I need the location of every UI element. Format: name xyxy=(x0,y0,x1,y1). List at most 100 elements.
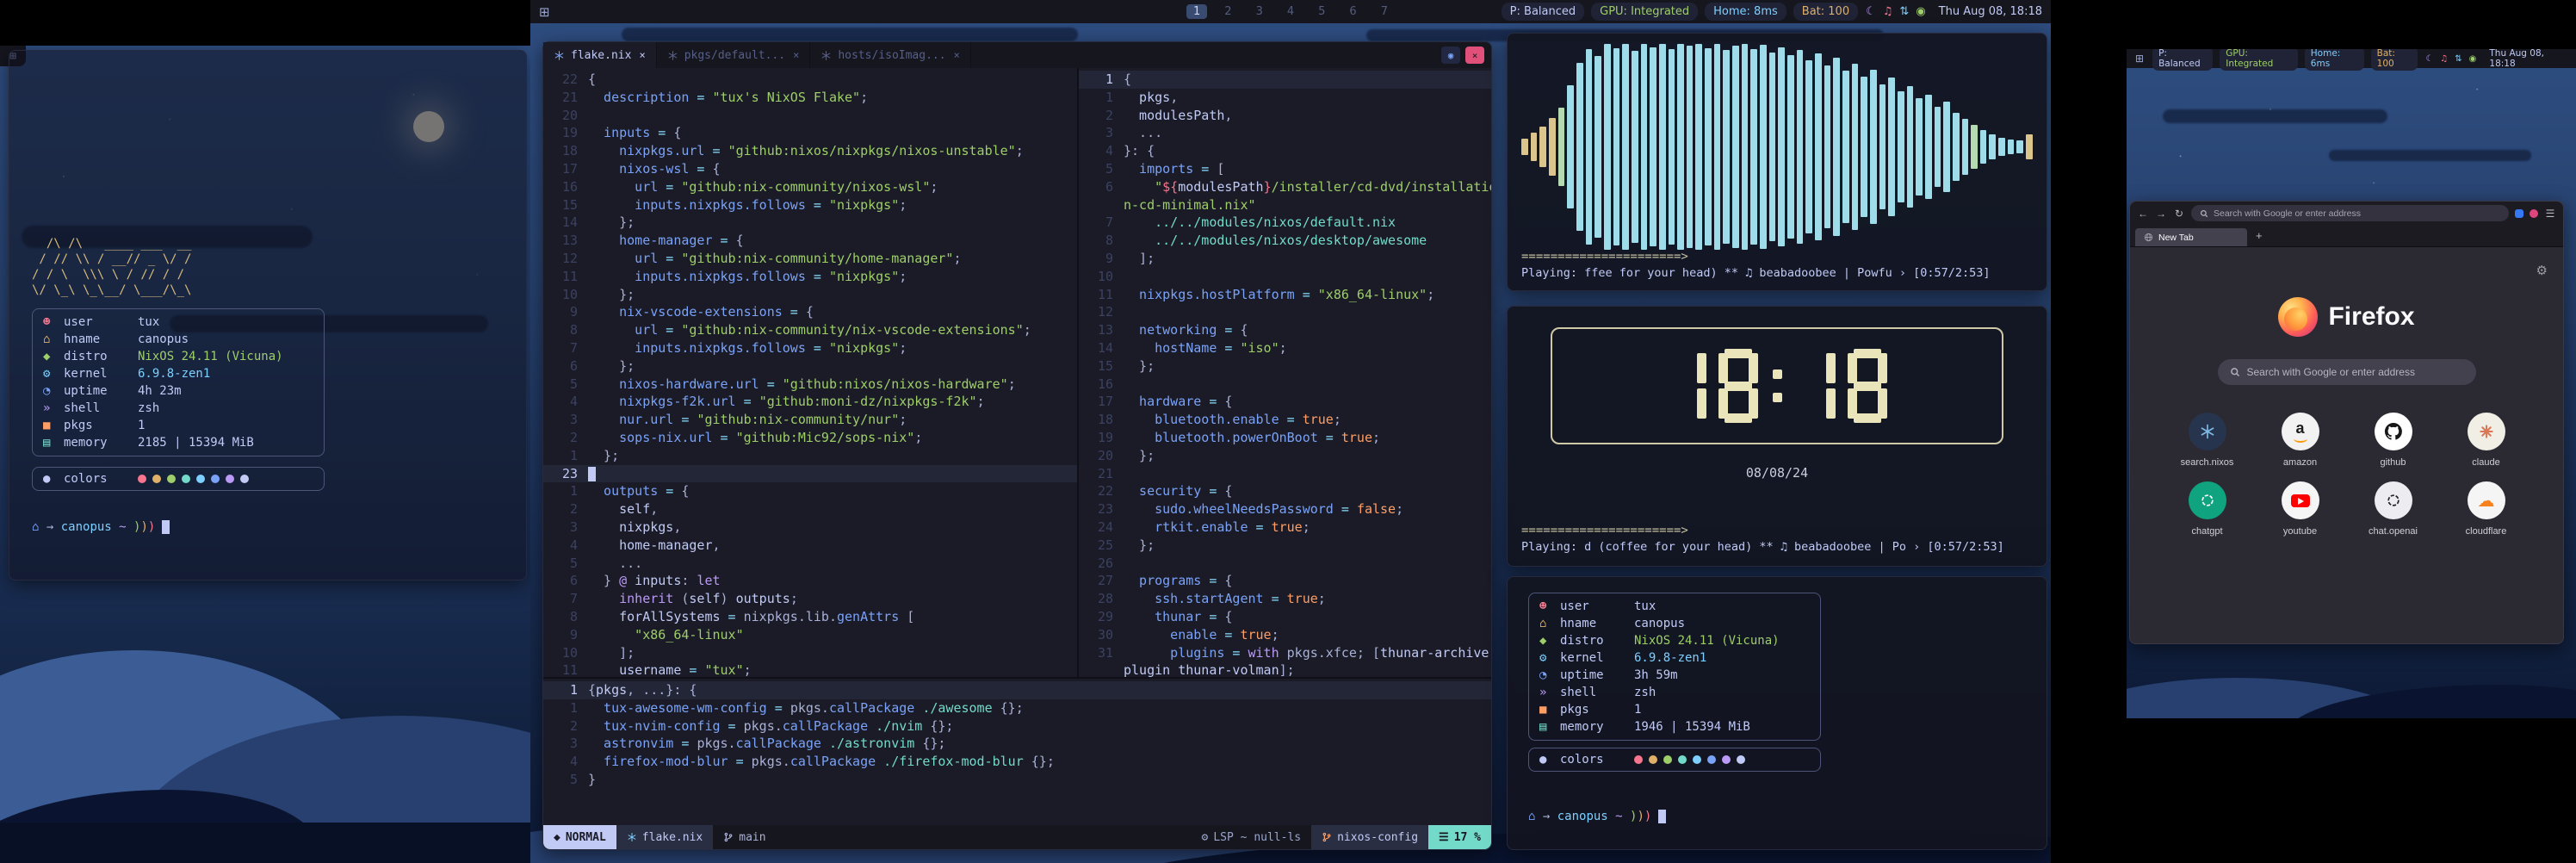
forward-button[interactable]: → xyxy=(2155,208,2167,220)
shortcut-amazon[interactable]: aamazon xyxy=(2260,413,2341,468)
shortcut-label: github xyxy=(2381,457,2406,468)
tab-flake-nix[interactable]: flake.nix × xyxy=(543,42,657,68)
fetch-label: uptime xyxy=(64,382,138,400)
host-icon: ⌂ xyxy=(43,331,64,348)
packages-icon: ■ xyxy=(1539,701,1560,718)
code-line: 1 tux-awesome-wm-config = pkgs.callPacka… xyxy=(543,699,1491,717)
notifications-icon[interactable]: ☾ xyxy=(2425,54,2433,64)
code-line: 19 inputs = { xyxy=(543,124,1077,142)
launcher-button[interactable]: ⊞ xyxy=(2135,53,2144,65)
tab-pkgs-default[interactable]: pkgs/default... × xyxy=(657,42,811,68)
status-widgets: P: BalancedGPU: IntegratedHome: 6msBat: … xyxy=(2152,49,2418,71)
extension-icon[interactable] xyxy=(2530,209,2538,218)
code-line: 29 thunar = { xyxy=(1079,608,1491,626)
editor-pane-pkgs-default[interactable]: 1{pkgs, ...}: {1 tux-awesome-wm-config =… xyxy=(543,677,1491,825)
host-icon: ⌂ xyxy=(1539,615,1560,632)
close-icon[interactable]: × xyxy=(639,49,645,61)
clock-date: 08/08/24 xyxy=(1521,465,2033,481)
extension-icon[interactable] xyxy=(2515,209,2523,218)
monitor-center: ⊞ 1234567 P: BalancedGPU: IntegratedHome… xyxy=(530,0,2051,863)
close-icon[interactable]: × xyxy=(954,49,960,61)
editor-pane-flake-nix[interactable]: 22{21 description = "tux's NixOS Flake";… xyxy=(543,68,1077,677)
neovim-window[interactable]: flake.nix × pkgs/default... × hosts/isoI… xyxy=(542,41,1492,850)
chatgpt-icon xyxy=(2189,481,2226,519)
shortcut-chatgpt[interactable]: chatgpt xyxy=(2167,481,2248,537)
url-bar[interactable]: Search with Google or enter address xyxy=(2191,205,2509,221)
shortcut-label: amazon xyxy=(2283,457,2317,468)
back-button[interactable]: ← xyxy=(2137,208,2149,220)
visualizer-bar xyxy=(1613,48,1620,245)
tag-1[interactable]: 1 xyxy=(1186,4,1207,19)
code-line: 31 plugins = with pkgs.xfce; [thunar-arc… xyxy=(1079,644,1491,662)
visualizer-bar xyxy=(1852,64,1859,231)
code-line: 18 bluetooth.enable = true; xyxy=(1079,411,1491,429)
fetch-label: pkgs xyxy=(1560,701,1634,718)
tag-3[interactable]: 3 xyxy=(1249,4,1270,19)
gear-icon[interactable]: ⚙ xyxy=(2536,263,2548,278)
visualizer-bar xyxy=(1953,113,1960,181)
terminal-fastfetch-right[interactable]: ☻usertux⌂hnamecanopus◆distroNixOS 24.11 … xyxy=(1507,576,2047,850)
browser-tab-new-tab[interactable]: New Tab xyxy=(2135,228,2247,246)
fetch-label: distro xyxy=(64,348,138,365)
visualizer-bar xyxy=(1604,44,1611,250)
search-input[interactable]: Search with Google or enter address xyxy=(2218,359,2476,385)
repo-icon xyxy=(1322,832,1332,842)
fetch-row-kernel: ⚙kernel6.9.8-zen1 xyxy=(43,365,313,382)
search-placeholder: Search with Google or enter address xyxy=(2247,366,2415,378)
fetch-label: hname xyxy=(64,331,138,348)
terminal-fastfetch-left[interactable]: /\ /\ ____ ___ __ / // \\ / __// _ \/ / … xyxy=(9,50,527,581)
menu-icon[interactable]: ☰ xyxy=(2544,208,2556,220)
tag-7[interactable]: 7 xyxy=(1374,4,1395,19)
panel-toggle-button[interactable]: ◉ xyxy=(1441,47,1460,64)
shortcut-label: chat.openai xyxy=(2369,526,2418,537)
fetch-label: kernel xyxy=(64,365,138,382)
network-icon[interactable]: ⇅ xyxy=(1899,5,1909,18)
visualizer-bar xyxy=(1778,47,1785,247)
music-icon[interactable]: ♫ xyxy=(2440,54,2448,64)
tag-5[interactable]: 5 xyxy=(1311,4,1332,19)
terminal-cava[interactable]: ======================> Playing: ffee fo… xyxy=(1507,33,2047,291)
code-line: 3 nur.url = "github:nix-community/nur"; xyxy=(543,411,1077,429)
fetch-row-user: ☻usertux xyxy=(43,314,313,331)
music-icon[interactable]: ♫ xyxy=(1883,5,1893,18)
shortcut-github[interactable]: github xyxy=(2353,413,2434,468)
shell-icon: » xyxy=(1539,684,1560,701)
shortcut-grid: search.nixosaamazon github claude chatgptyo… xyxy=(2158,413,2536,537)
editor-pane-iso-image[interactable]: 1{1 pkgs,2 modulesPath,3 ...4}: {5 impor… xyxy=(1079,68,1491,677)
tag-2[interactable]: 2 xyxy=(1217,4,1238,19)
fetch-row-shell: »shellzsh xyxy=(43,400,313,417)
power-icon[interactable]: ◉ xyxy=(2469,54,2477,64)
new-tab-button[interactable]: + xyxy=(2251,229,2268,242)
shortcut-cloudflare[interactable]: ☁cloudflare xyxy=(2446,481,2527,537)
tag-6[interactable]: 6 xyxy=(1342,4,1363,19)
nix-icon xyxy=(554,50,565,61)
terminal-clock[interactable]: 08/08/24 ======================> Playing… xyxy=(1507,306,2047,567)
tab-label: flake.nix xyxy=(571,49,631,62)
launcher-button[interactable]: ⊞ xyxy=(539,4,550,20)
terminal-palette xyxy=(138,470,249,487)
code-line: 12 xyxy=(1079,303,1491,321)
shortcut-chat-openai[interactable]: chat.openai xyxy=(2353,481,2434,537)
fetch-value: zsh xyxy=(138,400,159,417)
color-swatch xyxy=(1649,755,1657,764)
refresh-button[interactable]: ↻ xyxy=(2173,208,2185,220)
code-line: 8 ../../modules/nixos/desktop/awesome xyxy=(1079,232,1491,250)
close-window-button[interactable]: × xyxy=(1465,47,1484,64)
network-icon[interactable]: ⇅ xyxy=(2455,54,2461,64)
shortcut-search-nixos[interactable]: search.nixos xyxy=(2167,413,2248,468)
power-icon[interactable]: ◉ xyxy=(1916,5,1925,18)
gear-icon: ⚙ xyxy=(1202,831,1209,844)
firefox-window[interactable]: ← → ↻ Search with Google or enter addres… xyxy=(2129,201,2564,644)
fetch-label: pkgs xyxy=(64,417,138,434)
code-line: 4 home-manager, xyxy=(543,537,1077,555)
fetch-row-uptime: ◔uptime3h 59m xyxy=(1539,667,1810,684)
nix-icon xyxy=(667,50,678,61)
shortcut-claude[interactable]: claude xyxy=(2446,413,2527,468)
close-icon[interactable]: × xyxy=(793,49,799,61)
shortcut-youtube[interactable]: youtube xyxy=(2260,481,2341,537)
notifications-icon[interactable]: ☾ xyxy=(1866,5,1876,18)
tab-hosts-isoimage[interactable]: hosts/isoImag... × xyxy=(810,42,970,68)
distro-icon: ◆ xyxy=(1539,632,1560,649)
tag-4[interactable]: 4 xyxy=(1280,4,1301,19)
visualizer-bar xyxy=(1971,125,1978,168)
